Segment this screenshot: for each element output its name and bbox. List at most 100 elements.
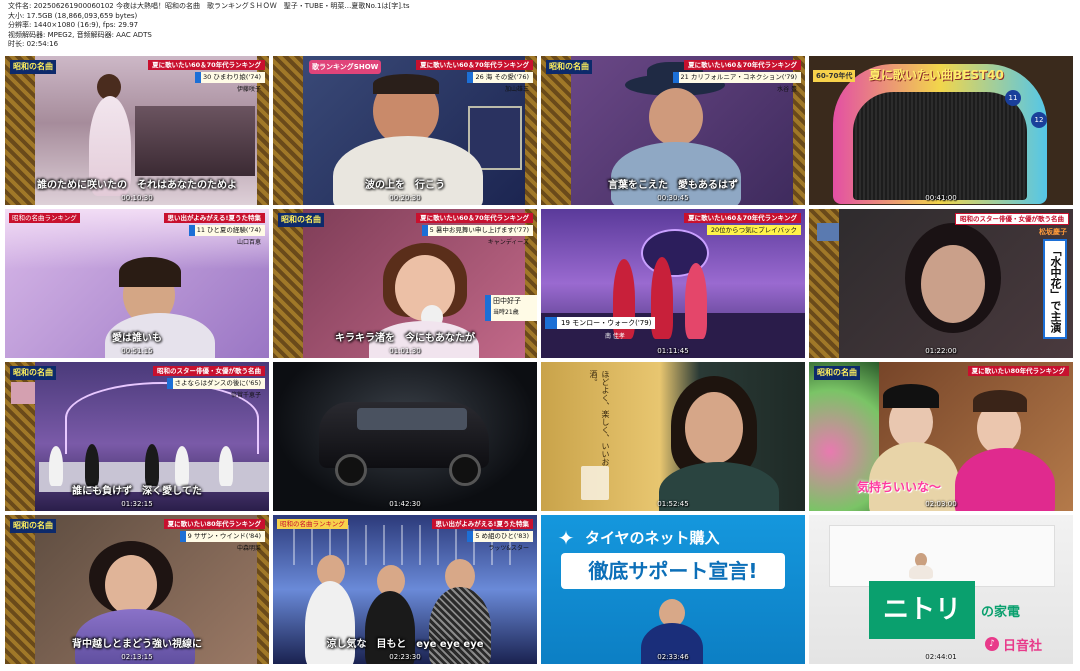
ranking-banner: 昭和のスター俳優・女優が歌う名曲 — [153, 366, 265, 376]
song-title: 30 ひまわり娘('74) — [195, 72, 265, 83]
singer-name: 伊藤咲子 — [236, 86, 261, 93]
lyric-subtitle: 誰のために咲いたの それはあなたのためよ — [37, 180, 237, 191]
file-name: 文件名: 20250626190006010​2 今夜は大熱唱！昭和の名曲 歌ラ… — [8, 2, 410, 10]
timestamp: 01:01:30 — [389, 347, 421, 355]
timestamp: 01:42:30 — [389, 500, 421, 508]
ranking-banner: 夏に歌いたい60＆70年代ランキング — [684, 60, 801, 70]
rank-badge-11: 11 — [1005, 90, 1021, 106]
song-title: 19 モンロー・ウォーク('79) — [545, 317, 656, 329]
thumbnail-7[interactable]: 19 モンロー・ウォーク('79) 南 佳孝 夏に歌いたい60＆70年代ランキン… — [541, 209, 805, 358]
reaction-caption: 気持ちいいな〜 — [857, 480, 942, 494]
thumbnail-grid: 昭和の名曲 夏に歌いたい60＆70年代ランキング 30 ひまわり娘('74) 伊… — [5, 56, 1075, 666]
show-logo: 昭和の名曲 — [10, 60, 56, 74]
timestamp: 00:20:30 — [389, 194, 421, 202]
drama-caption: 「水中花」で主演 — [1043, 239, 1067, 339]
codec: 视频解码器: MPEG2, 音频解码器: AAC ADTS — [8, 30, 152, 39]
timestamp: 01:22:00 — [925, 347, 957, 355]
member-name: 田中好子 — [493, 297, 521, 305]
thumbnail-14[interactable]: 昭和の名曲ランキング 思い出がよみがえる!夏うた特集 5 め組のひと('83) … — [273, 515, 537, 664]
song-title: 26 海 その愛('76) — [467, 72, 533, 83]
show-logo: 昭和の名曲ランキング — [9, 213, 80, 223]
thumbnail-4[interactable]: 60-70年代 夏に歌いたい曲BEST40 11 12 00:41:00 — [809, 56, 1073, 205]
thumbnail-9[interactable]: 昭和の名曲 昭和のスター俳優・女優が歌う名曲 さよならはダンスの後に('65) … — [5, 362, 269, 511]
singer-name: 水谷 豊 — [777, 86, 797, 93]
ranking-banner: 夏に歌いたい80年代ランキング — [967, 366, 1069, 376]
thumbnail-11[interactable]: ほどよく、楽しく、いいお酒。 01:52:45 — [541, 362, 805, 511]
song-title: 9 サザン・ウインド('84) — [179, 531, 265, 542]
timestamp: 00:10:30 — [121, 194, 153, 202]
thumbnail-1[interactable]: 昭和の名曲 夏に歌いたい60＆70年代ランキング 30 ひまわり娘('74) 伊… — [5, 56, 269, 205]
rank-badge-12: 12 — [1031, 112, 1047, 128]
lyric-subtitle: 言葉をこえた 愛もあるはず — [608, 180, 738, 191]
timestamp: 02:33:46 — [657, 653, 689, 661]
singer-name: 加山雄三 — [504, 86, 529, 93]
timestamp: 00:41:00 — [925, 194, 957, 202]
thumbnail-10[interactable]: 01:42:30 — [273, 362, 537, 511]
singer-name: 倍賞千恵子 — [230, 392, 261, 399]
music-note-icon: ♪ — [985, 637, 999, 651]
song-title: 11 ひと夏の経験('74) — [188, 225, 265, 236]
file-info: 文件名: 20250626190006010​2 今夜は大熱唱！昭和の名曲 歌ラ… — [8, 2, 768, 50]
song-title: 5 暑中お見舞い申し上げます('77) — [421, 225, 533, 236]
show-logo: 昭和の名曲 — [278, 213, 324, 227]
singer-name: ラッツ&スター — [488, 545, 529, 552]
thumbnail-5[interactable]: 昭和の名曲ランキング 思い出がよみがえる!夏うた特集 11 ひと夏の経験('74… — [5, 209, 269, 358]
timestamp: 02:13:15 — [121, 653, 153, 661]
playback-label: 20位からつ気にプレイバック — [706, 225, 801, 235]
lyric-subtitle: 愛は誰いも — [112, 333, 162, 344]
thumbnail-3[interactable]: 昭和の名曲 夏に歌いたい60＆70年代ランキング 21 カリフォルニア・コネクシ… — [541, 56, 805, 205]
singer-name: キャンディーズ — [487, 239, 529, 246]
file-size: 大小: 17.5GB (18,866,093,659 bytes) — [8, 11, 138, 20]
sparkle-icon: ✦ — [557, 526, 575, 550]
ranking-banner: 夏に歌いたい60＆70年代ランキング — [684, 213, 801, 223]
best40-title: 夏に歌いたい曲BEST40 — [869, 68, 1004, 82]
song-title: 5 め組のひと('83) — [467, 531, 533, 542]
thumbnail-2[interactable]: 歌ランキングSHOW 夏に歌いたい60＆70年代ランキング 26 海 その愛('… — [273, 56, 537, 205]
nitori-logo: ニトリ — [869, 581, 975, 639]
timestamp: 01:11:45 — [657, 347, 689, 355]
show-logo: 昭和の名曲 — [814, 366, 860, 380]
timestamp: 02:03:00 — [925, 500, 957, 508]
ranking-banner: 夏に歌いたい80年代ランキング — [163, 519, 265, 529]
special-banner: 思い出がよみがえる!夏うた特集 — [431, 519, 533, 529]
timestamp: 01:32:15 — [121, 500, 153, 508]
lyric-subtitle: 波の上を 行こう — [365, 180, 445, 191]
actress-name: 松坂慶子 — [1039, 228, 1067, 236]
special-banner: 思い出がよみがえる!夏うた特集 — [163, 213, 265, 223]
lyric-subtitle: 誰にも負けず 深く愛してた — [72, 486, 202, 497]
era-label: 60-70年代 — [813, 70, 856, 82]
thumbnail-6[interactable]: 田中好子 当時21歳 昭和の名曲 夏に歌いたい60＆70年代ランキング 5 暑中… — [273, 209, 537, 358]
timestamp: 00:51:15 — [121, 347, 153, 355]
duration: 时长: 02:54:16 — [8, 40, 59, 49]
song-title: さよならはダンスの後に('65) — [166, 378, 265, 389]
category-banner: 昭和のスター俳優・女優が歌う名曲 — [955, 213, 1069, 225]
lyric-subtitle: 涼し気な 目もと eye eye eye — [326, 639, 484, 650]
timestamp: 01:52:45 — [657, 500, 689, 508]
thumbnail-12[interactable]: 昭和の名曲 夏に歌いたい80年代ランキング 気持ちいいな〜 02:03:00 — [809, 362, 1073, 511]
thumbnail-15[interactable]: ✦ タイヤのネット購入 徹底サポート宣言! 02:33:46 — [541, 515, 805, 664]
nitori-suffix: の家電 — [981, 605, 1021, 620]
resolution: 分辨率: 1440×1080 (16:9), fps: 29.97 — [8, 21, 139, 30]
lyric-subtitle: 背中越しとまどう強い視線に — [72, 639, 202, 650]
thumbnail-16[interactable]: ニトリ の家電 ♪ 日音社 02:44:01 — [809, 515, 1073, 664]
ad-headline: タイヤのネット購入 — [585, 529, 720, 547]
song-title: 21 カリフォルニア・コネクション('79) — [672, 72, 801, 83]
timestamp: 02:23:30 — [389, 653, 421, 661]
ranking-banner: 夏に歌いたい60＆70年代ランキング — [148, 60, 265, 70]
timestamp: 00:30:45 — [657, 194, 689, 202]
ad-copy: ほどよく、楽しく、いいお酒。 — [589, 370, 610, 466]
ranking-banner: 夏に歌いたい60＆70年代ランキング — [416, 213, 533, 223]
show-badge: 歌ランキングSHOW — [309, 60, 382, 74]
show-logo: 昭和の名曲ランキング — [277, 519, 348, 529]
show-logo: 昭和の名曲 — [10, 366, 56, 380]
ranking-banner: 夏に歌いたい60＆70年代ランキング — [416, 60, 533, 70]
show-logo: 昭和の名曲 — [10, 519, 56, 533]
member-age: 当時21歳 — [493, 309, 519, 316]
singer-name: 中森明菜 — [236, 545, 261, 552]
singer-name: 南 佳孝 — [605, 333, 625, 340]
thumbnail-8[interactable]: 昭和のスター俳優・女優が歌う名曲 松坂慶子 「水中花」で主演 01:22:00 — [809, 209, 1073, 358]
show-logo: 昭和の名曲 — [546, 60, 592, 74]
timestamp: 02:44:01 — [925, 653, 957, 661]
channel-logo: 日音社 — [1003, 639, 1043, 654]
thumbnail-13[interactable]: 昭和の名曲 夏に歌いたい80年代ランキング 9 サザン・ウインド('84) 中森… — [5, 515, 269, 664]
